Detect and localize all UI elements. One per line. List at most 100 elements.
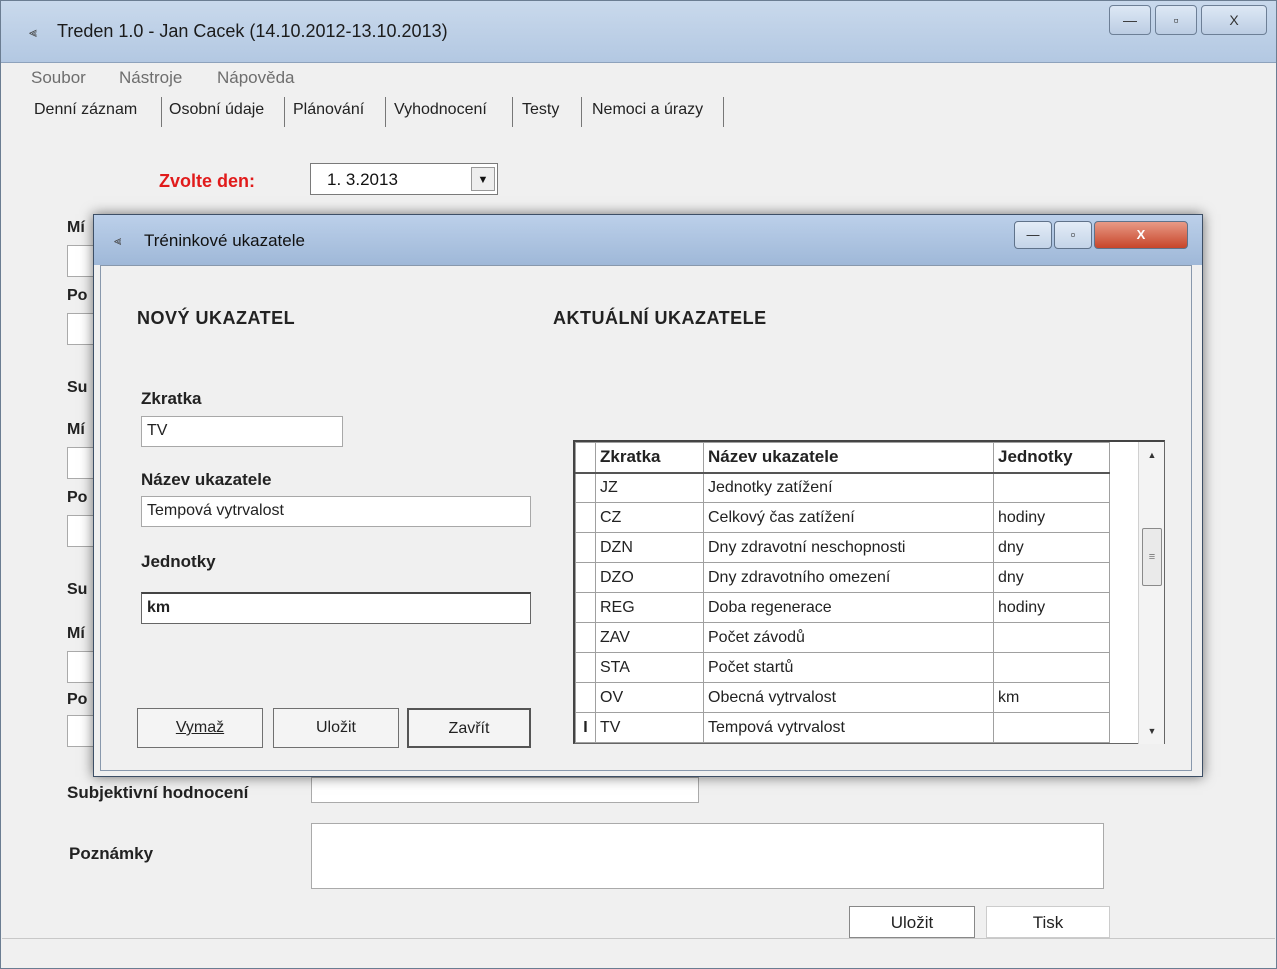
- cell-abbr: OV: [595, 682, 704, 713]
- row-selector[interactable]: [575, 562, 596, 593]
- table-row[interactable]: STA Počet startů: [575, 652, 1110, 683]
- side-label: Su: [67, 379, 88, 396]
- delete-button[interactable]: Vymaž: [137, 708, 263, 748]
- indicators-dialog: ⫷ Tréninkové ukazatele — ▫ X NOVÝ UKAZAT…: [93, 214, 1203, 777]
- maximize-button[interactable]: ▫: [1155, 5, 1197, 35]
- status-bar: [2, 938, 1275, 968]
- cell-unit: dny: [993, 532, 1110, 563]
- app-icon: ⫷: [29, 24, 37, 40]
- cell-unit: [993, 472, 1110, 503]
- name-label: Název ukazatele: [141, 470, 272, 489]
- indicators-grid[interactable]: Zkratka Název ukazatele Jednotky JZ Jedno…: [573, 440, 1165, 744]
- cell-name: Jednotky zatížení: [703, 472, 994, 503]
- tab-nemoci-a-urazy[interactable]: Nemoci a úrazy: [592, 101, 703, 119]
- dialog-minimize-button[interactable]: —: [1014, 221, 1052, 249]
- notes-field[interactable]: [311, 823, 1104, 889]
- units-input[interactable]: km: [141, 592, 531, 624]
- subjective-field[interactable]: [311, 777, 699, 803]
- menu-nastroje[interactable]: Nástroje: [119, 68, 182, 88]
- tab-denni-zaznam[interactable]: Denní záznam: [34, 101, 137, 119]
- row-selector[interactable]: [575, 592, 596, 623]
- table-header-row: Zkratka Název ukazatele Jednotky: [575, 442, 1110, 474]
- row-selector[interactable]: [575, 682, 596, 713]
- cell-name: Obecná vytrvalost: [703, 682, 994, 713]
- side-label: Po: [67, 489, 88, 506]
- cell-name: Počet závodů: [703, 622, 994, 653]
- side-label: Po: [67, 691, 88, 708]
- cell-name: Tempová vytrvalost: [703, 712, 994, 743]
- tab-osobni-udaje[interactable]: Osobní údaje: [169, 101, 264, 119]
- minimize-button[interactable]: —: [1109, 5, 1151, 35]
- new-indicator-header: NOVÝ UKAZATEL: [137, 308, 296, 328]
- menu-napoveda[interactable]: Nápověda: [217, 68, 295, 88]
- notes-label: Poznámky: [69, 844, 154, 863]
- tab-separator: [512, 97, 513, 127]
- dialog-close-action-button[interactable]: Zavřít: [407, 708, 531, 748]
- column-header-units[interactable]: Jednotky: [993, 442, 1110, 474]
- abbr-input[interactable]: TV: [141, 416, 343, 447]
- row-selector[interactable]: [575, 622, 596, 653]
- cell-unit: [993, 622, 1110, 653]
- table-row[interactable]: OV Obecná vytrvalost km: [575, 682, 1110, 713]
- scroll-thumb[interactable]: ≡: [1142, 528, 1162, 586]
- table-row[interactable]: DZO Dny zdravotního omezení dny: [575, 562, 1110, 593]
- table-row[interactable]: I TV Tempová vytrvalost: [575, 712, 1110, 743]
- column-header-abbr[interactable]: Zkratka: [595, 442, 704, 474]
- dropdown-arrow-icon[interactable]: ▼: [471, 167, 495, 191]
- cell-abbr: STA: [595, 652, 704, 683]
- dialog-save-button[interactable]: Uložit: [273, 708, 399, 748]
- menu-soubor[interactable]: Soubor: [31, 68, 86, 88]
- cell-unit: km: [993, 682, 1110, 713]
- abbr-label: Zkratka: [141, 389, 202, 408]
- text-cursor-icon[interactable]: I: [575, 712, 596, 743]
- scroll-up-icon[interactable]: ▲: [1139, 444, 1165, 466]
- cell-abbr: JZ: [595, 472, 704, 503]
- table-row[interactable]: CZ Celkový čas zatížení hodiny: [575, 502, 1110, 533]
- scroll-down-icon[interactable]: ▼: [1139, 720, 1165, 742]
- window-title: Treden 1.0 - Jan Cacek (14.10.2012-13.10…: [57, 21, 448, 41]
- close-button[interactable]: X: [1201, 5, 1267, 35]
- date-select[interactable]: 1. 3.2013 ▼: [310, 163, 498, 195]
- cell-abbr: DZN: [595, 532, 704, 563]
- app-icon: ⫷: [114, 233, 122, 248]
- table-row[interactable]: JZ Jednotky zatížení: [575, 472, 1110, 503]
- save-button[interactable]: Uložit: [849, 906, 975, 938]
- print-button[interactable]: Tisk: [986, 906, 1110, 938]
- row-selector[interactable]: [575, 472, 596, 503]
- tab-separator: [723, 97, 724, 127]
- date-value: 1. 3.2013: [327, 170, 398, 189]
- main-window: ⫷ Treden 1.0 - Jan Cacek (14.10.2012-13.…: [0, 0, 1277, 969]
- cell-abbr: CZ: [595, 502, 704, 533]
- cell-name: Počet startů: [703, 652, 994, 683]
- dialog-title: Tréninkové ukazatele: [144, 231, 305, 250]
- cell-name: Doba regenerace: [703, 592, 994, 623]
- row-selector[interactable]: [575, 502, 596, 533]
- table-row[interactable]: ZAV Počet závodů: [575, 622, 1110, 653]
- tab-vyhodnoceni[interactable]: Vyhodnocení: [394, 101, 487, 119]
- table-row[interactable]: REG Doba regenerace hodiny: [575, 592, 1110, 623]
- tab-separator: [284, 97, 285, 127]
- row-selector[interactable]: [575, 652, 596, 683]
- name-input[interactable]: Tempová vytrvalost: [141, 496, 531, 527]
- dialog-close-button[interactable]: X: [1094, 221, 1188, 249]
- cell-unit: [993, 652, 1110, 683]
- column-header-name[interactable]: Název ukazatele: [703, 442, 994, 474]
- title-bar[interactable]: ⫷ Treden 1.0 - Jan Cacek (14.10.2012-13.…: [1, 1, 1276, 63]
- dialog-title-bar[interactable]: ⫷ Tréninkové ukazatele — ▫ X: [94, 215, 1202, 265]
- grid-scrollbar[interactable]: ▲ ≡ ▼: [1138, 442, 1164, 744]
- side-label: Mí: [67, 219, 85, 236]
- indicators-table: Zkratka Název ukazatele Jednotky JZ Jedno…: [575, 442, 1110, 743]
- units-label: Jednotky: [141, 552, 216, 571]
- tab-separator: [581, 97, 582, 127]
- row-selector[interactable]: [575, 532, 596, 563]
- tab-planovani[interactable]: Plánování: [293, 101, 364, 119]
- tab-strip: Denní záznam Osobní údaje Plánování Vyho…: [1, 97, 1276, 133]
- dialog-body: NOVÝ UKAZATEL AKTUÁLNÍ UKAZATELE Zkratka…: [100, 265, 1192, 771]
- row-selector-header: [575, 442, 596, 474]
- tab-separator: [385, 97, 386, 127]
- table-row[interactable]: DZN Dny zdravotní neschopnosti dny: [575, 532, 1110, 563]
- dialog-maximize-button[interactable]: ▫: [1054, 221, 1092, 249]
- cell-unit: dny: [993, 562, 1110, 593]
- tab-testy[interactable]: Testy: [522, 101, 559, 119]
- cell-name: Dny zdravotní neschopnosti: [703, 532, 994, 563]
